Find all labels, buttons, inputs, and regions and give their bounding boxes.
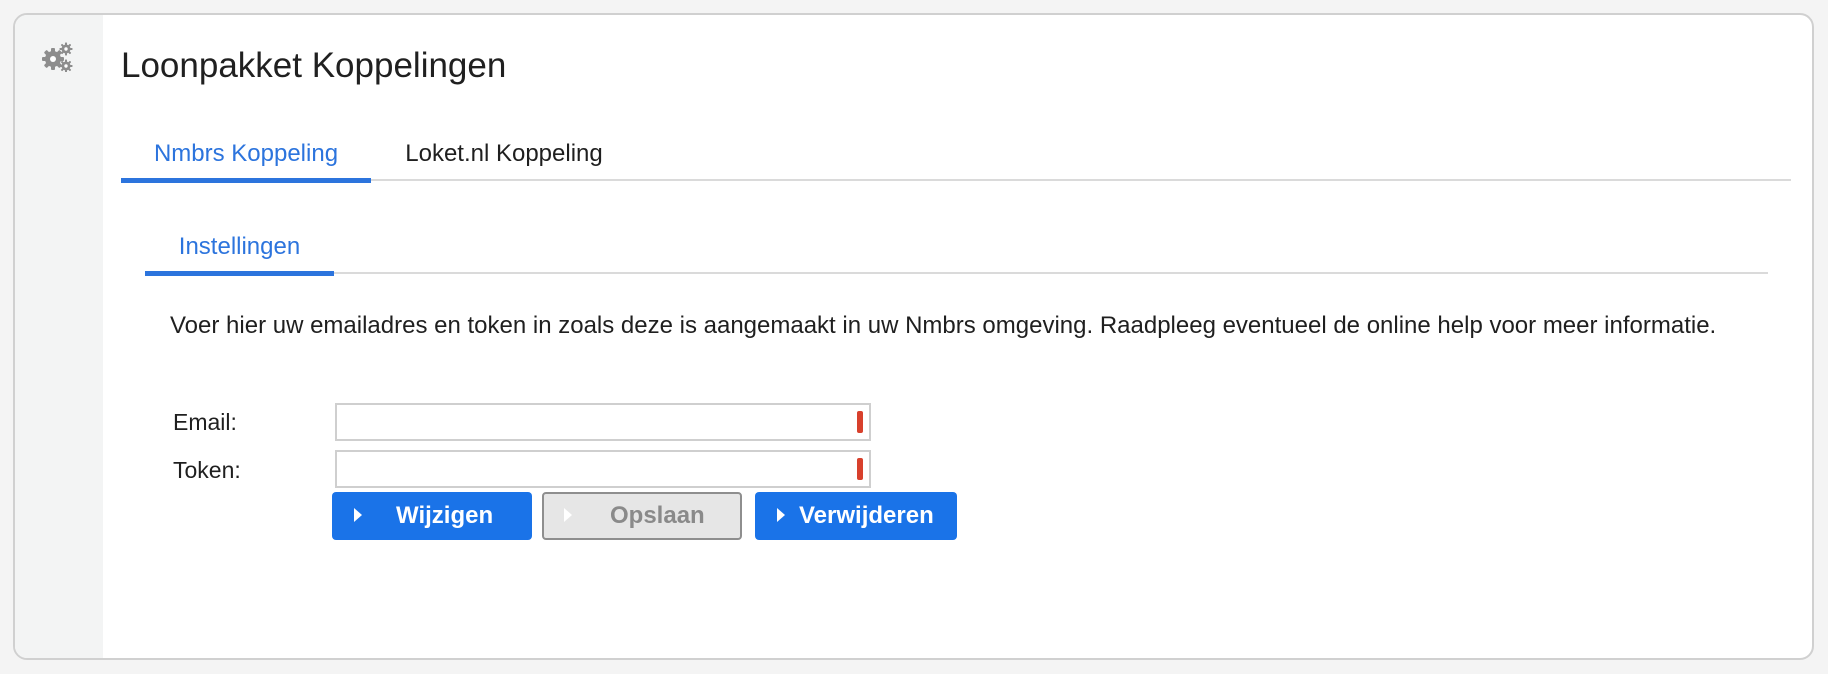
caret-right-icon [777,508,785,522]
instructions-text: Voer hier uw emailadres en token in zoal… [170,312,1717,339]
tab-instellingen[interactable]: Instellingen [145,220,334,276]
gears-icon [42,42,73,72]
change-button[interactable]: Wijzigen [332,492,532,540]
token-field-wrapper [335,450,871,488]
settings-panel: Loonpakket Koppelingen Nmbrs Koppeling L… [13,13,1814,660]
save-button-label: Opslaan [610,502,705,529]
sub-tab-bar: Instellingen [145,220,1768,276]
email-field[interactable] [343,406,847,440]
tab-nmbrs-koppeling[interactable]: Nmbrs Koppeling [121,127,371,183]
token-label: Token: [173,457,241,483]
caret-right-icon [564,508,572,522]
email-field-wrapper [335,403,871,441]
tab-loket-koppeling[interactable]: Loket.nl Koppeling [385,127,623,181]
main-tab-bar: Nmbrs Koppeling Loket.nl Koppeling [121,127,1791,183]
caret-right-icon [354,508,362,522]
required-marker [857,458,863,480]
page-title: Loonpakket Koppelingen [121,46,507,85]
save-button[interactable]: Opslaan [542,492,742,540]
left-rail [15,15,103,658]
delete-button[interactable]: Verwijderen [755,492,957,540]
token-field[interactable] [343,453,847,487]
required-marker [857,411,863,433]
email-label: Email: [173,409,237,435]
delete-button-label: Verwijderen [799,502,934,529]
change-button-label: Wijzigen [396,502,494,529]
